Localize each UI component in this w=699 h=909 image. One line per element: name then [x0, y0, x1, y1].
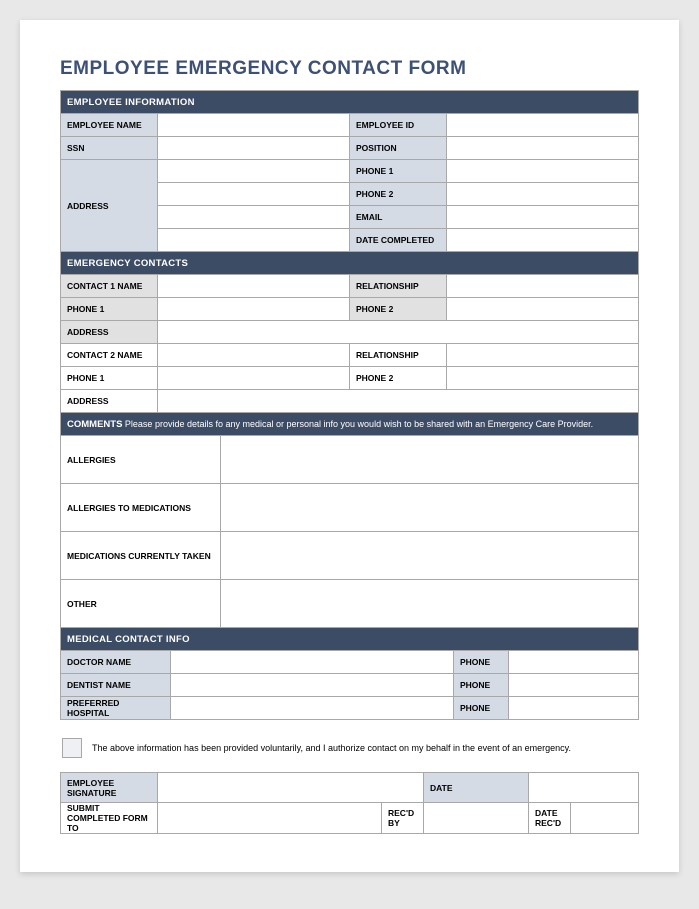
address-label: ADDRESS — [61, 160, 158, 252]
contact2-name-field[interactable] — [158, 344, 350, 367]
hospital-phone-label: PHONE — [454, 697, 509, 720]
address-field-3[interactable] — [158, 206, 350, 229]
contact2-phone2-label: PHONE 2 — [350, 367, 447, 390]
phone1-label: PHONE 1 — [350, 160, 447, 183]
contact1-phone2-field[interactable] — [447, 298, 639, 321]
emergency-contacts-table: EMERGENCY CONTACTS CONTACT 1 NAME RELATI… — [60, 251, 639, 413]
contact2-phone1-field[interactable] — [158, 367, 350, 390]
signature-date-field[interactable] — [529, 773, 639, 803]
authorization-text: The above information has been provided … — [92, 743, 571, 753]
authorization-checkbox[interactable] — [62, 738, 82, 758]
contact1-address-field[interactable] — [158, 321, 639, 344]
hospital-label: PREFERRED HOSPITAL — [61, 697, 171, 720]
phone2-field[interactable] — [447, 183, 639, 206]
form-title: EMPLOYEE EMERGENCY CONTACT FORM — [60, 58, 639, 80]
position-label: POSITION — [350, 137, 447, 160]
other-label: OTHER — [61, 580, 221, 628]
signature-field[interactable] — [158, 773, 424, 803]
date-completed-field[interactable] — [447, 229, 639, 252]
address-field-2[interactable] — [158, 183, 350, 206]
medical-table: MEDICAL CONTACT INFO DOCTOR NAME PHONE D… — [60, 627, 639, 720]
contact1-address-label: ADDRESS — [61, 321, 158, 344]
ssn-label: SSN — [61, 137, 158, 160]
form-page: EMPLOYEE EMERGENCY CONTACT FORM EMPLOYEE… — [20, 20, 679, 872]
comments-header-text: Please provide details fo any medical or… — [122, 419, 593, 429]
contact1-phone2-label: PHONE 2 — [350, 298, 447, 321]
recd-by-field[interactable] — [424, 803, 529, 834]
comments-header-bold: COMMENTS — [67, 419, 122, 430]
doctor-label: DOCTOR NAME — [61, 651, 171, 674]
doctor-phone-label: PHONE — [454, 651, 509, 674]
contact2-name-label: CONTACT 2 NAME — [61, 344, 158, 367]
contact2-phone2-field[interactable] — [447, 367, 639, 390]
dentist-label: DENTIST NAME — [61, 674, 171, 697]
other-field[interactable] — [221, 580, 639, 628]
dentist-phone-label: PHONE — [454, 674, 509, 697]
address-field-1[interactable] — [158, 160, 350, 183]
submit-to-field[interactable] — [158, 803, 382, 834]
contact2-relationship-field[interactable] — [447, 344, 639, 367]
doctor-field[interactable] — [171, 651, 454, 674]
contact1-relationship-label: RELATIONSHIP — [350, 275, 447, 298]
recd-by-label: REC'D BY — [382, 803, 424, 834]
employee-info-header: EMPLOYEE INFORMATION — [61, 91, 639, 114]
allergies-label: ALLERGIES — [61, 436, 221, 484]
emergency-contacts-header: EMERGENCY CONTACTS — [61, 252, 639, 275]
medications-field[interactable] — [221, 532, 639, 580]
allergies-meds-field[interactable] — [221, 484, 639, 532]
medications-label: MEDICATIONS CURRENTLY TAKEN — [61, 532, 221, 580]
email-label: EMAIL — [350, 206, 447, 229]
phone2-label: PHONE 2 — [350, 183, 447, 206]
position-field[interactable] — [447, 137, 639, 160]
contact1-relationship-field[interactable] — [447, 275, 639, 298]
authorization-row: The above information has been provided … — [60, 734, 639, 762]
date-recd-label: DATE REC'D — [529, 803, 571, 834]
dentist-field[interactable] — [171, 674, 454, 697]
phone1-field[interactable] — [447, 160, 639, 183]
signature-date-label: DATE — [424, 773, 529, 803]
allergies-field[interactable] — [221, 436, 639, 484]
email-field[interactable] — [447, 206, 639, 229]
contact2-address-field[interactable] — [158, 390, 639, 413]
contact2-address-label: ADDRESS — [61, 390, 158, 413]
submit-to-label: SUBMIT COMPLETED FORM TO — [61, 803, 158, 834]
allergies-meds-label: ALLERGIES TO MEDICATIONS — [61, 484, 221, 532]
dentist-phone-field[interactable] — [509, 674, 639, 697]
employee-name-label: EMPLOYEE NAME — [61, 114, 158, 137]
signature-label: EMPLOYEE SIGNATURE — [61, 773, 158, 803]
contact2-relationship-label: RELATIONSHIP — [350, 344, 447, 367]
contact2-phone1-label: PHONE 1 — [61, 367, 158, 390]
doctor-phone-field[interactable] — [509, 651, 639, 674]
employee-info-table: EMPLOYEE INFORMATION EMPLOYEE NAME EMPLO… — [60, 90, 639, 252]
contact1-name-label: CONTACT 1 NAME — [61, 275, 158, 298]
ssn-field[interactable] — [158, 137, 350, 160]
hospital-phone-field[interactable] — [509, 697, 639, 720]
comments-table: COMMENTS Please provide details fo any m… — [60, 412, 639, 628]
contact1-phone1-field[interactable] — [158, 298, 350, 321]
date-completed-label: DATE COMPLETED — [350, 229, 447, 252]
employee-id-label: EMPLOYEE ID — [350, 114, 447, 137]
employee-name-field[interactable] — [158, 114, 350, 137]
hospital-field[interactable] — [171, 697, 454, 720]
medical-header: MEDICAL CONTACT INFO — [61, 628, 639, 651]
contact1-phone1-label: PHONE 1 — [61, 298, 158, 321]
date-recd-field[interactable] — [571, 803, 639, 834]
comments-header: COMMENTS Please provide details fo any m… — [61, 413, 639, 436]
contact1-name-field[interactable] — [158, 275, 350, 298]
address-field-4[interactable] — [158, 229, 350, 252]
employee-id-field[interactable] — [447, 114, 639, 137]
signature-table: EMPLOYEE SIGNATURE DATE SUBMIT COMPLETED… — [60, 772, 639, 834]
